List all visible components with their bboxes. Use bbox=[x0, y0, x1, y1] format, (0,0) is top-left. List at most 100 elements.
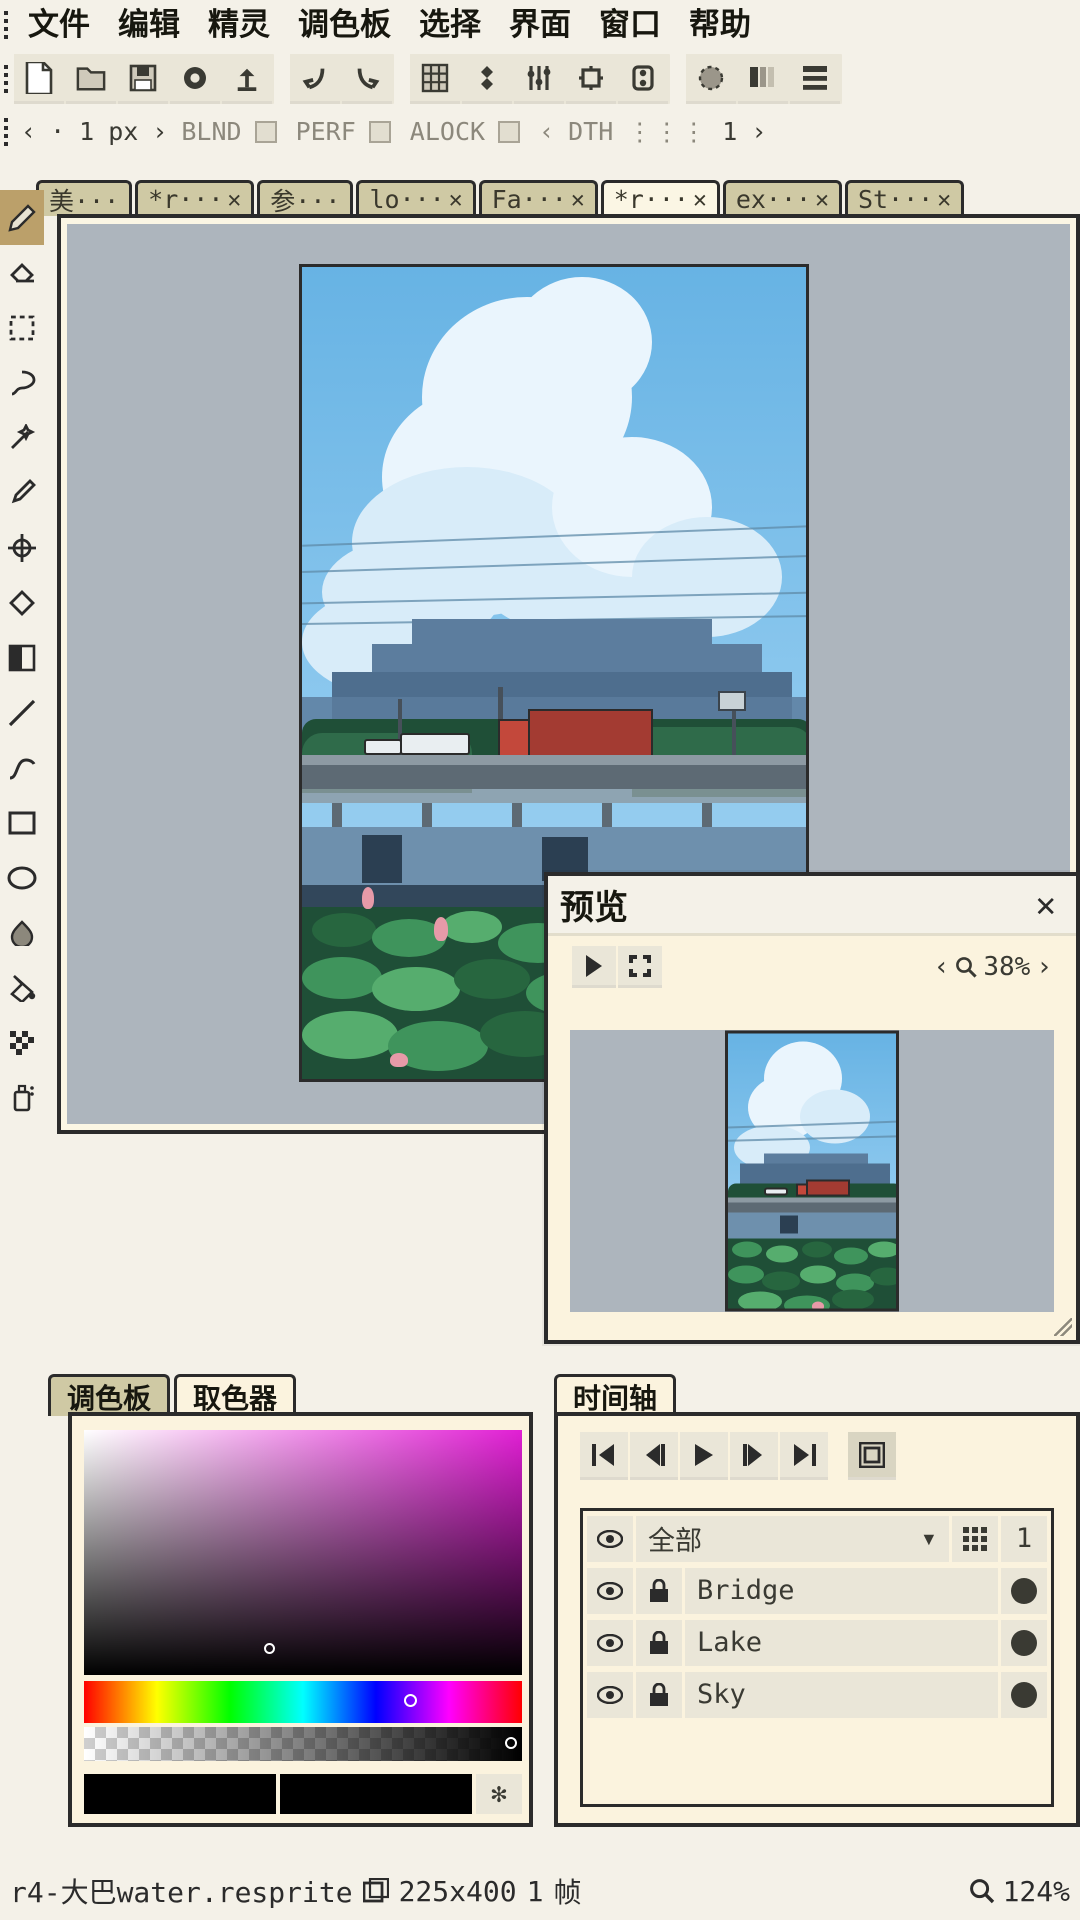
play-button[interactable] bbox=[680, 1432, 728, 1480]
settings-gear-icon[interactable] bbox=[170, 54, 220, 104]
rectangle-tool[interactable] bbox=[0, 795, 44, 850]
new-file-icon[interactable] bbox=[14, 54, 64, 104]
document-tab[interactable]: 美··· bbox=[36, 180, 133, 216]
document-tab-active[interactable]: *r··· ✕ bbox=[600, 180, 720, 216]
layer-cel[interactable] bbox=[1001, 1671, 1047, 1718]
export-icon[interactable] bbox=[222, 54, 272, 104]
magic-wand-tool[interactable] bbox=[0, 410, 44, 465]
ellipse-tool[interactable] bbox=[0, 850, 44, 905]
selection-icon[interactable] bbox=[686, 54, 736, 104]
redo-icon[interactable] bbox=[342, 54, 392, 104]
paint-bucket-tool[interactable] bbox=[0, 960, 44, 1015]
move-tool[interactable] bbox=[0, 520, 44, 575]
preview-dialog[interactable]: 预览 ✕ ‹ 38% › bbox=[544, 872, 1080, 1344]
gradient-tool[interactable] bbox=[0, 630, 44, 685]
layer-visibility-icon[interactable] bbox=[587, 1567, 633, 1614]
flip-icon[interactable] bbox=[618, 54, 668, 104]
dither-value[interactable]: 1 bbox=[715, 112, 744, 152]
hue-slider[interactable] bbox=[84, 1681, 522, 1723]
layer-name[interactable]: Bridge bbox=[685, 1567, 998, 1614]
menu-file[interactable]: 文件 bbox=[14, 0, 104, 50]
save-icon[interactable] bbox=[118, 54, 168, 104]
open-folder-icon[interactable] bbox=[66, 54, 116, 104]
frame-number-header[interactable]: 1 bbox=[1001, 1515, 1047, 1562]
dither-increment[interactable]: › bbox=[744, 112, 773, 152]
menu-view[interactable]: 界面 bbox=[495, 0, 585, 50]
layer-cel[interactable] bbox=[1001, 1567, 1047, 1614]
fit-screen-icon[interactable] bbox=[618, 946, 662, 988]
hue-cursor[interactable] bbox=[403, 1694, 417, 1707]
optionsbar-grip[interactable] bbox=[0, 115, 14, 149]
layer-name[interactable]: Lake bbox=[685, 1619, 998, 1666]
blend-mode-checkbox[interactable] bbox=[254, 121, 277, 143]
tab-close-icon[interactable]: ✕ bbox=[449, 187, 463, 213]
layer-visibility-icon[interactable] bbox=[587, 1619, 633, 1666]
tab-close-icon[interactable]: ✕ bbox=[693, 187, 707, 213]
symmetry-icon[interactable] bbox=[462, 54, 512, 104]
dither-tool[interactable] bbox=[0, 1015, 44, 1070]
primary-color-swatch[interactable] bbox=[84, 1774, 276, 1814]
layer-row[interactable]: Bridge bbox=[583, 1563, 1051, 1615]
menu-window[interactable]: 窗口 bbox=[585, 0, 675, 50]
prev-frame-button[interactable] bbox=[630, 1432, 678, 1480]
layer-lock-icon[interactable] bbox=[636, 1567, 682, 1614]
preview-canvas[interactable] bbox=[570, 1030, 1054, 1312]
document-tab[interactable]: ex··· ✕ bbox=[722, 180, 842, 216]
saturation-value-box[interactable] bbox=[84, 1430, 522, 1675]
secondary-color-swatch[interactable] bbox=[280, 1774, 472, 1814]
layer-lock-icon[interactable] bbox=[636, 1671, 682, 1718]
eyedropper-tool[interactable] bbox=[0, 465, 44, 520]
menubar-grip[interactable] bbox=[0, 8, 14, 42]
layer-row[interactable]: Lake bbox=[583, 1615, 1051, 1667]
line-tool[interactable] bbox=[0, 685, 44, 740]
grid-icon[interactable] bbox=[952, 1515, 998, 1562]
undo-icon[interactable] bbox=[290, 54, 340, 104]
menu-select[interactable]: 选择 bbox=[405, 0, 495, 50]
preview-zoom-value[interactable]: 38% bbox=[983, 952, 1030, 982]
preview-zoom-decrease[interactable]: ‹ bbox=[934, 952, 950, 982]
lasso-tool[interactable] bbox=[0, 355, 44, 410]
brush-size-value[interactable]: 1 bbox=[72, 112, 101, 152]
tab-color-picker[interactable]: 取色器 bbox=[174, 1374, 297, 1416]
blur-tool[interactable] bbox=[0, 905, 44, 960]
layer-cel[interactable] bbox=[1001, 1619, 1047, 1666]
tab-close-icon[interactable]: ✕ bbox=[937, 187, 951, 213]
brush-size-decrement[interactable]: ‹ bbox=[14, 112, 43, 152]
tab-palette[interactable]: 调色板 bbox=[48, 1374, 171, 1416]
layer-filter-dropdown[interactable]: 全部 ▾ bbox=[636, 1515, 949, 1562]
dither-decrement[interactable]: ‹ bbox=[532, 112, 561, 152]
preview-dialog-titlebar[interactable]: 预览 ✕ bbox=[548, 876, 1076, 936]
curve-tool[interactable] bbox=[0, 740, 44, 795]
menu-sprite[interactable]: 精灵 bbox=[194, 0, 284, 50]
tween-icon[interactable] bbox=[514, 54, 564, 104]
next-frame-button[interactable] bbox=[730, 1432, 778, 1480]
document-tab[interactable]: St··· ✕ bbox=[844, 180, 965, 216]
preview-zoom-increase[interactable]: › bbox=[1036, 952, 1052, 982]
toolbar-grip[interactable] bbox=[0, 62, 14, 96]
menu-help[interactable]: 帮助 bbox=[675, 0, 765, 50]
go-last-frame-button[interactable] bbox=[780, 1432, 828, 1480]
alpha-cursor[interactable] bbox=[505, 1737, 517, 1749]
onion-skin-button[interactable] bbox=[848, 1432, 896, 1480]
perfect-pixel-checkbox[interactable] bbox=[368, 121, 391, 143]
document-tab[interactable]: lo··· ✕ bbox=[356, 180, 476, 216]
play-icon[interactable] bbox=[572, 946, 616, 988]
document-tab[interactable]: Fa··· ✕ bbox=[478, 180, 598, 216]
tab-close-icon[interactable]: ✕ bbox=[571, 187, 585, 213]
spray-tool[interactable] bbox=[0, 1070, 44, 1125]
layer-row[interactable]: Sky bbox=[583, 1667, 1051, 1719]
menu-palette[interactable]: 调色板 bbox=[284, 0, 405, 50]
tab-close-icon[interactable]: ✕ bbox=[815, 187, 829, 213]
document-tab[interactable]: *r··· ✕ bbox=[135, 180, 255, 216]
rect-select-tool[interactable] bbox=[0, 300, 44, 355]
onion-skin-icon[interactable] bbox=[738, 54, 788, 104]
grid-icon[interactable] bbox=[410, 54, 460, 104]
go-first-frame-button[interactable] bbox=[580, 1432, 628, 1480]
chevron-down-icon[interactable]: ▾ bbox=[921, 1523, 937, 1554]
layer-visibility-icon[interactable] bbox=[587, 1671, 633, 1718]
tab-timeline[interactable]: 时间轴 bbox=[554, 1374, 677, 1416]
alpha-lock-checkbox[interactable] bbox=[498, 121, 521, 143]
layer-lock-icon[interactable] bbox=[636, 1619, 682, 1666]
toggle-all-visibility-icon[interactable] bbox=[587, 1515, 633, 1562]
rotate-icon[interactable] bbox=[566, 54, 616, 104]
